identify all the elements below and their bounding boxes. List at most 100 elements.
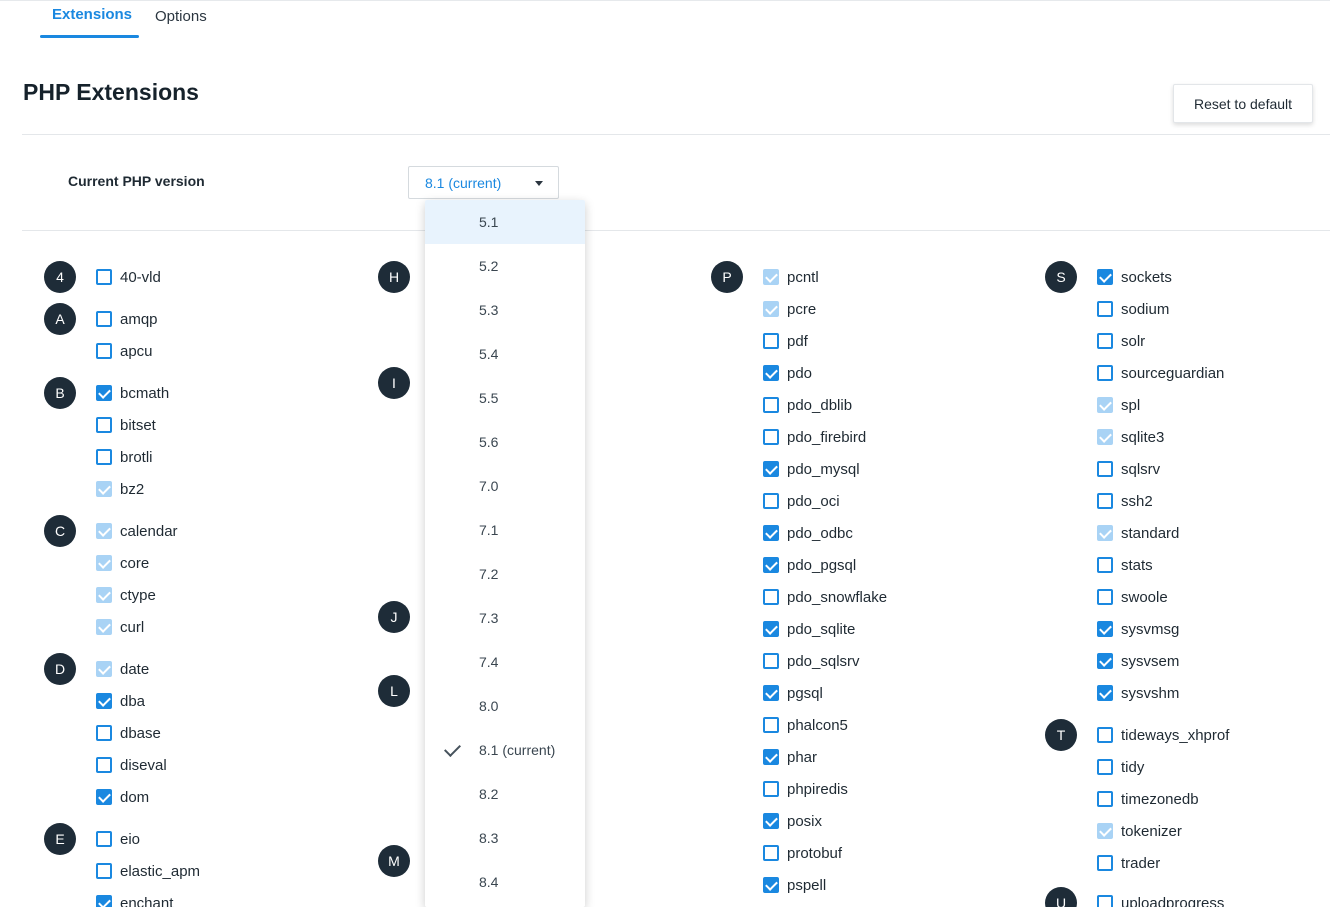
extension-item-standard[interactable]: standard [1097, 523, 1179, 543]
checkbox[interactable] [763, 621, 779, 637]
checkbox[interactable] [1097, 301, 1113, 317]
php-version-select[interactable]: 8.1 (current) [408, 166, 559, 199]
extension-item-stats[interactable]: stats [1097, 555, 1153, 575]
checkbox[interactable] [763, 749, 779, 765]
extension-item-apcu[interactable]: apcu [96, 341, 153, 361]
checkbox[interactable] [763, 877, 779, 893]
extension-item-ssh2[interactable]: ssh2 [1097, 491, 1153, 511]
extension-item-pdo_firebird[interactable]: pdo_firebird [763, 427, 866, 447]
extension-item-diseval[interactable]: diseval [96, 755, 167, 775]
version-option[interactable]: 5.1 [425, 200, 585, 244]
checkbox[interactable] [763, 685, 779, 701]
version-option[interactable]: 5.2 [425, 244, 585, 288]
extension-item-bitset[interactable]: bitset [96, 415, 156, 435]
checkbox[interactable] [1097, 365, 1113, 381]
checkbox[interactable] [763, 461, 779, 477]
extension-item-trader[interactable]: trader [1097, 853, 1160, 873]
checkbox[interactable] [1097, 791, 1113, 807]
extension-item-amqp[interactable]: amqp [96, 309, 158, 329]
checkbox[interactable] [1097, 589, 1113, 605]
extension-item-tideways_xhprof[interactable]: tideways_xhprof [1097, 725, 1229, 745]
extension-item-pdo_sqlsrv[interactable]: pdo_sqlsrv [763, 651, 860, 671]
extension-item-pcre[interactable]: pcre [763, 299, 816, 319]
checkbox[interactable] [1097, 621, 1113, 637]
checkbox[interactable] [1097, 759, 1113, 775]
checkbox[interactable] [763, 653, 779, 669]
extension-item-dom[interactable]: dom [96, 787, 149, 807]
extension-item-tokenizer[interactable]: tokenizer [1097, 821, 1182, 841]
checkbox[interactable] [763, 717, 779, 733]
extension-item-sysvsem[interactable]: sysvsem [1097, 651, 1179, 671]
checkbox[interactable] [763, 845, 779, 861]
extension-item-bcmath[interactable]: bcmath [96, 383, 169, 403]
extension-item-sysvshm[interactable]: sysvshm [1097, 683, 1179, 703]
extension-item-dba[interactable]: dba [96, 691, 145, 711]
extension-item-protobuf[interactable]: protobuf [763, 843, 842, 863]
version-option[interactable]: 7.3 [425, 596, 585, 640]
extension-item-dbase[interactable]: dbase [96, 723, 161, 743]
extension-item-brotli[interactable]: brotli [96, 447, 153, 467]
checkbox[interactable] [1097, 557, 1113, 573]
extension-item-eio[interactable]: eio [96, 829, 140, 849]
version-option[interactable]: 7.0 [425, 464, 585, 508]
extension-item-pdo_pgsql[interactable]: pdo_pgsql [763, 555, 856, 575]
tab-extensions[interactable]: Extensions [52, 6, 132, 23]
checkbox[interactable] [763, 525, 779, 541]
extension-item-curl[interactable]: curl [96, 617, 144, 637]
extension-item-pdo_sqlite[interactable]: pdo_sqlite [763, 619, 855, 639]
checkbox[interactable] [96, 831, 112, 847]
version-option[interactable]: 5.6 [425, 420, 585, 464]
checkbox[interactable] [763, 365, 779, 381]
checkbox[interactable] [96, 693, 112, 709]
checkbox[interactable] [763, 397, 779, 413]
checkbox[interactable] [1097, 685, 1113, 701]
extension-item-calendar[interactable]: calendar [96, 521, 178, 541]
extension-item-core[interactable]: core [96, 553, 149, 573]
checkbox[interactable] [96, 417, 112, 433]
checkbox[interactable] [763, 429, 779, 445]
extension-item-ctype[interactable]: ctype [96, 585, 156, 605]
checkbox[interactable] [96, 757, 112, 773]
extension-item-solr[interactable]: solr [1097, 331, 1145, 351]
version-option[interactable]: 5.3 [425, 288, 585, 332]
extension-item-uploadprogress[interactable]: uploadprogress [1097, 893, 1224, 907]
checkbox[interactable] [96, 449, 112, 465]
extension-item-pdo_snowflake[interactable]: pdo_snowflake [763, 587, 887, 607]
extension-item-pdo[interactable]: pdo [763, 363, 812, 383]
version-option[interactable]: 7.1 [425, 508, 585, 552]
version-option[interactable]: 5.4 [425, 332, 585, 376]
extension-item-sqlite3[interactable]: sqlite3 [1097, 427, 1164, 447]
checkbox[interactable] [1097, 895, 1113, 907]
version-option[interactable]: 8.3 [425, 816, 585, 860]
checkbox[interactable] [1097, 493, 1113, 509]
extension-item-pcntl[interactable]: pcntl [763, 267, 819, 287]
checkbox[interactable] [96, 311, 112, 327]
extension-item-sodium[interactable]: sodium [1097, 299, 1169, 319]
checkbox[interactable] [1097, 855, 1113, 871]
extension-item-posix[interactable]: posix [763, 811, 822, 831]
checkbox[interactable] [763, 589, 779, 605]
extension-item-pdo_odbc[interactable]: pdo_odbc [763, 523, 853, 543]
checkbox[interactable] [763, 493, 779, 509]
checkbox[interactable] [96, 725, 112, 741]
checkbox[interactable] [763, 333, 779, 349]
extension-item-sockets[interactable]: sockets [1097, 267, 1172, 287]
extension-item-phar[interactable]: phar [763, 747, 817, 767]
extension-item-pdo_mysql[interactable]: pdo_mysql [763, 459, 860, 479]
extension-item-pdo_dblib[interactable]: pdo_dblib [763, 395, 852, 415]
checkbox[interactable] [1097, 269, 1113, 285]
extension-item-sysvmsg[interactable]: sysvmsg [1097, 619, 1179, 639]
checkbox[interactable] [96, 385, 112, 401]
extension-item-elastic_apm[interactable]: elastic_apm [96, 861, 200, 881]
tab-options[interactable]: Options [155, 8, 207, 25]
checkbox[interactable] [96, 789, 112, 805]
version-option[interactable]: 7.2 [425, 552, 585, 596]
version-option[interactable]: 8.4 [425, 860, 585, 904]
extension-item-phalcon5[interactable]: phalcon5 [763, 715, 848, 735]
checkbox[interactable] [763, 781, 779, 797]
extension-item-40-vld[interactable]: 40-vld [96, 267, 161, 287]
extension-item-enchant[interactable]: enchant [96, 893, 173, 907]
checkbox[interactable] [96, 343, 112, 359]
checkbox[interactable] [1097, 727, 1113, 743]
extension-item-phpiredis[interactable]: phpiredis [763, 779, 848, 799]
